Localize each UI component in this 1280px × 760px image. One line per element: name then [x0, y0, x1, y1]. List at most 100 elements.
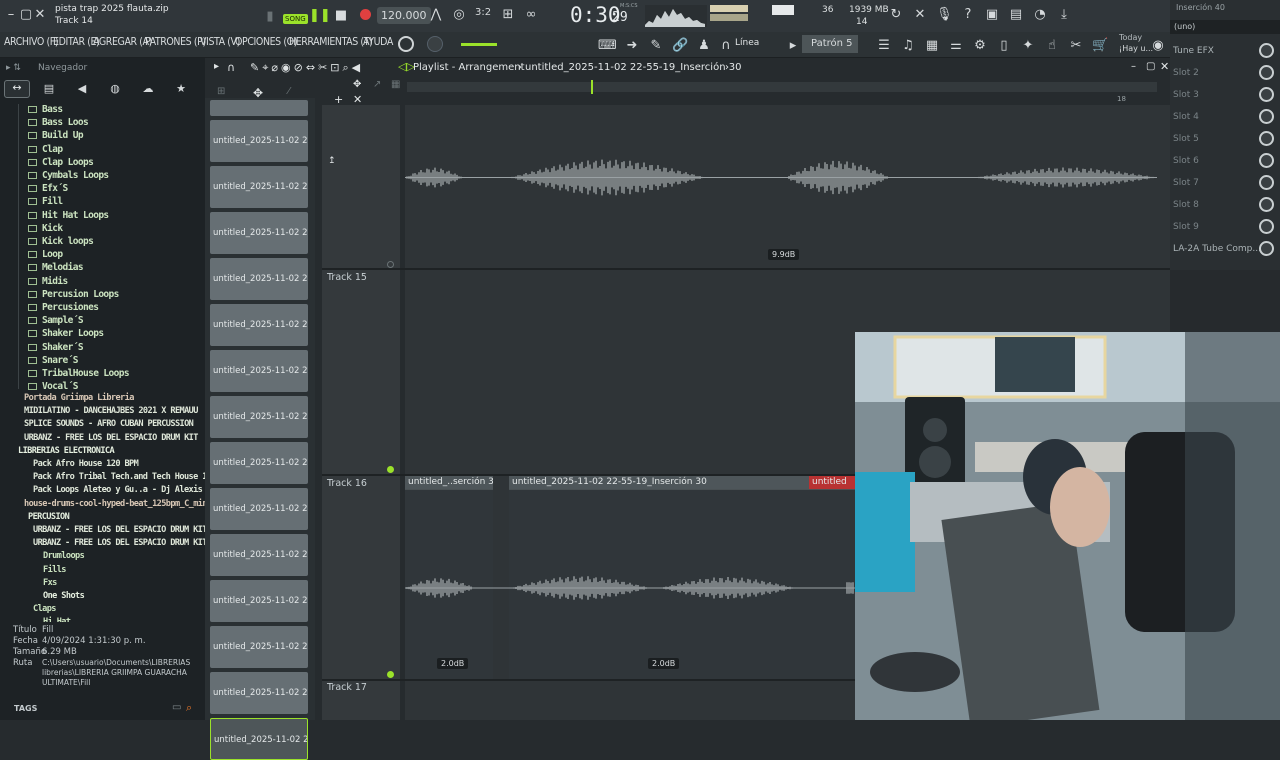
pattern-clip[interactable]: untitled_2025-11-02 22-...	[210, 626, 308, 668]
library-item[interactable]: Drumloops	[43, 551, 85, 564]
mixer-slot[interactable]: Slot 5	[1170, 128, 1280, 150]
menu-options[interactable]: OPCIONES (O)	[235, 36, 297, 48]
pattern-clip[interactable]: untitled_2025-11-02 22-...	[210, 166, 308, 208]
library-item[interactable]: URBANZ - FREE LOS DEL ESPACIO DRUM KIT	[33, 525, 207, 538]
reset-icon[interactable]: ↻	[888, 7, 904, 22]
folder-item[interactable]: Bass Loos	[28, 117, 89, 130]
folder-item[interactable]: Sample´S	[28, 315, 84, 328]
account-icon[interactable]: ◉	[1150, 38, 1166, 53]
mixer-slot[interactable]: Slot 7	[1170, 172, 1280, 194]
mixer-slot-knob[interactable]	[1259, 197, 1274, 212]
library-item[interactable]: Claps	[33, 604, 56, 617]
folder-item[interactable]: Kick	[28, 223, 63, 236]
loop-record-icon[interactable]: ∞	[523, 7, 539, 22]
library-item[interactable]: SPLICE SOUNDS - AFRO CUBAN PERCUSSION	[24, 419, 194, 432]
plugin-icon[interactable]: ⚙	[972, 38, 988, 53]
tempo-display[interactable]: 120.000	[377, 7, 431, 24]
playlist-close-icon[interactable]: ✕	[1160, 60, 1169, 73]
library-item[interactable]: Portada Griimpa Libreria	[24, 393, 134, 406]
pattern-clip[interactable]: untitled_2025-11-02 22-...	[210, 488, 308, 530]
menu-add[interactable]: AGREGAR (A)	[93, 36, 152, 48]
snap-mode[interactable]: Línea	[735, 38, 759, 48]
metronome-icon[interactable]: ⋀	[428, 7, 444, 22]
microphone-icon[interactable]: 🎙	[936, 7, 953, 22]
chat-icon[interactable]: ◔	[1032, 7, 1048, 22]
timeline-scrollbar[interactable]	[407, 82, 1157, 92]
folder-item[interactable]: Build Up	[28, 130, 84, 143]
pattern-clip[interactable]: untitled_2025-11-02 22-...	[210, 718, 308, 760]
track16-clip-2-header[interactable]: untitled_2025-11-02 22-55-19_Inserción 3…	[509, 476, 809, 489]
track-label-15[interactable]: Track 15	[327, 272, 367, 283]
folder-item[interactable]: Clap Loops	[28, 157, 94, 170]
folder-item[interactable]: Percusiones	[28, 302, 99, 315]
mixer-slot[interactable]: Slot 2	[1170, 62, 1280, 84]
browser-expand-icon[interactable]: ▸ ⇅	[6, 63, 21, 73]
track14-led[interactable]	[387, 261, 394, 268]
news-text[interactable]: ¡Hay u...	[1119, 44, 1153, 53]
grid-icon[interactable]: ▦	[391, 79, 400, 90]
pause-icon[interactable]: ❚❚	[309, 8, 331, 23]
piano-roll-icon[interactable]: ♫	[900, 38, 916, 53]
help-icon[interactable]: ?	[960, 7, 976, 22]
touch-icon[interactable]: ☝	[1044, 38, 1060, 53]
pattern-clip[interactable]: untitled_2025-11-02 22-...	[210, 258, 308, 300]
folder-item[interactable]: Midis	[28, 276, 68, 289]
track16-clip-3-header[interactable]: untitled	[809, 476, 855, 489]
folder-item[interactable]: Percusion Loops	[28, 289, 119, 302]
mixer-slot[interactable]: LA-2A Tube Comp...	[1170, 238, 1280, 260]
link-icon[interactable]: 🔗	[672, 38, 688, 53]
library-item[interactable]: One Shots	[43, 591, 85, 604]
close-icon[interactable]: ✕	[32, 7, 48, 22]
track15-led[interactable]	[387, 466, 394, 473]
mixer-slot-knob[interactable]	[1259, 131, 1274, 146]
mixer-slot[interactable]: Slot 3	[1170, 84, 1280, 106]
mixer-slot-knob[interactable]	[1259, 87, 1274, 102]
folder-item[interactable]: Hit Hat Loops	[28, 210, 109, 223]
library-item[interactable]: MIDILATINO - DANCEHAJBES 2021 X REMAUU	[24, 406, 198, 419]
stop-icon[interactable]: ■	[333, 8, 349, 23]
pattern-selector[interactable]: Patrón 5	[802, 35, 858, 53]
library-item[interactable]: house-drums-cool-hyped-beat_125bpm_C_min…	[24, 499, 217, 512]
menu-file[interactable]: ARCHIVO (F)	[4, 36, 59, 48]
lock-icon[interactable]: ▮	[262, 9, 278, 24]
folder-item[interactable]: Kick loops	[28, 236, 94, 249]
plugin-picker-icon[interactable]: ✦	[1020, 38, 1036, 53]
pattern-clip[interactable]: untitled_2025-11-02 22-...	[210, 350, 308, 392]
panic-icon[interactable]: ✕	[912, 7, 928, 22]
mixer-slot[interactable]: Tune EFX	[1170, 40, 1280, 62]
menu-help[interactable]: AYUDA	[363, 36, 393, 48]
track-label-16[interactable]: Track 16	[327, 478, 367, 489]
folder-item[interactable]: Loop	[28, 249, 63, 262]
playlist-tools[interactable]: ✎⌖⌀◉⊘⇔✂⊡⌕◀	[250, 61, 363, 75]
browser-icon[interactable]: ▯	[996, 38, 1012, 53]
folder-item[interactable]: Clap	[28, 144, 63, 157]
library-item[interactable]: URBANZ - FREE LOS DEL ESPACIO DRUM KIT	[24, 433, 198, 446]
mixer-icon[interactable]: ⚌	[948, 38, 964, 53]
folder-item[interactable]: Cymbals Loops	[28, 170, 109, 183]
pattern-clip[interactable]: untitled_2025-11-02 22-...	[210, 534, 308, 576]
library-item[interactable]: LIBRERIAS ELECTRONICA	[18, 446, 115, 459]
magnet-icon[interactable]: ∩	[718, 38, 734, 53]
menu-view[interactable]: VISTA (V)	[200, 36, 240, 48]
folder-item[interactable]: Efx´S	[28, 183, 68, 196]
library-item[interactable]: Pack Afro House 120 BPM	[33, 459, 139, 472]
library-item[interactable]: Fills	[43, 565, 66, 578]
playhead[interactable]	[591, 80, 593, 94]
download-icon[interactable]: ⤓	[1056, 7, 1072, 22]
render-icon[interactable]: ▤	[1008, 7, 1024, 22]
folder-item[interactable]: Snare´S	[28, 355, 78, 368]
mixer-slot-knob[interactable]	[1259, 175, 1274, 190]
mixer-slot[interactable]: Slot 8	[1170, 194, 1280, 216]
mixer-slot-knob[interactable]	[1259, 153, 1274, 168]
track16-led[interactable]	[387, 671, 394, 678]
keyboard-icon[interactable]: ⌨	[598, 38, 617, 53]
track14-waveform[interactable]	[405, 150, 1157, 205]
magnet-snap-icon[interactable]: ∩	[227, 61, 235, 74]
mixer-slot-knob[interactable]	[1259, 109, 1274, 124]
move-icon[interactable]: ✥	[353, 79, 361, 90]
folder-icon[interactable]: ▭	[172, 702, 181, 713]
stamp-icon[interactable]: ♟	[696, 38, 712, 53]
folder-item[interactable]: Bass	[28, 104, 63, 117]
pattern-clip[interactable]: untitled_2025-11-02 22-...	[210, 304, 308, 346]
master-pitch-knob[interactable]	[427, 36, 443, 52]
